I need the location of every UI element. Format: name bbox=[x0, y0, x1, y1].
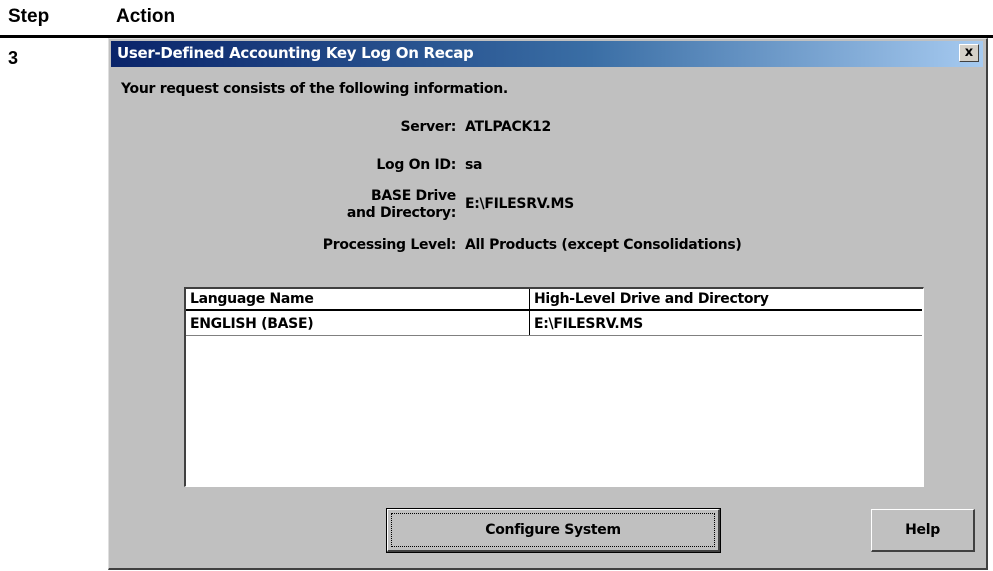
language-directory-grid[interactable]: Language Name High-Level Drive and Direc… bbox=[184, 287, 924, 487]
configure-system-label: Configure System bbox=[485, 522, 621, 538]
server-label: Server: bbox=[400, 119, 456, 135]
step-column-header: Step bbox=[8, 6, 50, 27]
logon-id-label: Log On ID: bbox=[376, 157, 456, 173]
close-icon: x bbox=[964, 45, 974, 60]
step-number: 3 bbox=[8, 48, 19, 68]
recap-dialog: User-Defined Accounting Key Log On Recap… bbox=[108, 38, 988, 570]
document-table-header: Step Action bbox=[0, 0, 993, 40]
processing-level-value: All Products (except Consolidations) bbox=[465, 237, 742, 253]
base-drive-label-line1: BASE Drive bbox=[371, 188, 456, 204]
close-button[interactable]: x bbox=[959, 44, 979, 62]
intro-text: Your request consists of the following i… bbox=[121, 81, 508, 97]
configure-system-button[interactable]: Configure System bbox=[386, 508, 721, 553]
logon-id-value: sa bbox=[465, 157, 483, 173]
grid-header: Language Name High-Level Drive and Direc… bbox=[186, 289, 922, 311]
row-directory-cell[interactable]: E:\FILESRV.MS bbox=[534, 316, 643, 332]
base-drive-label-line2: and Directory: bbox=[346, 205, 456, 221]
column-divider[interactable] bbox=[529, 289, 530, 309]
grid-header-directory[interactable]: High-Level Drive and Directory bbox=[534, 291, 769, 307]
grid-header-language[interactable]: Language Name bbox=[190, 291, 314, 307]
dialog-titlebar[interactable]: User-Defined Accounting Key Log On Recap… bbox=[111, 41, 983, 67]
base-drive-value: E:\FILESRV.MS bbox=[465, 196, 574, 212]
processing-level-label: Processing Level: bbox=[322, 237, 457, 253]
row-language-cell[interactable]: ENGLISH (BASE) bbox=[190, 316, 314, 332]
help-button[interactable]: Help bbox=[871, 509, 975, 552]
help-label: Help bbox=[905, 522, 940, 538]
server-value: ATLPACK12 bbox=[465, 119, 551, 135]
action-column-header: Action bbox=[116, 6, 176, 27]
dialog-title: User-Defined Accounting Key Log On Recap bbox=[117, 44, 474, 62]
column-divider bbox=[529, 311, 530, 335]
